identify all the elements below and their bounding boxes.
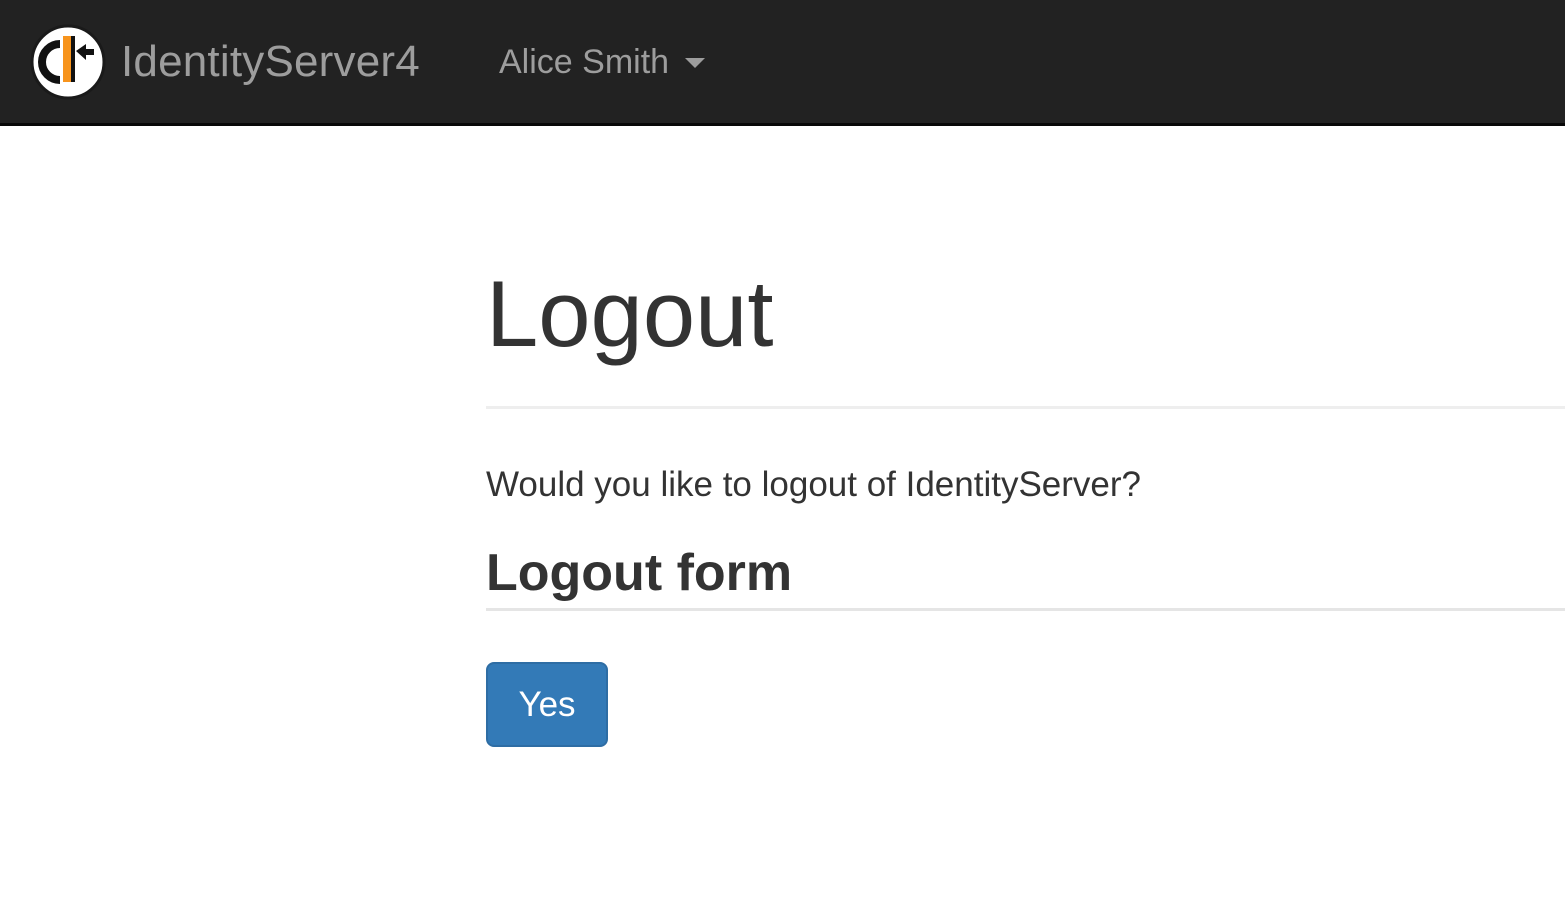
form-legend: Logout form bbox=[486, 544, 793, 602]
caret-down-icon bbox=[685, 58, 706, 68]
yes-button[interactable]: Yes bbox=[486, 662, 608, 747]
page-title: Logout bbox=[486, 261, 774, 366]
user-name: Alice Smith bbox=[499, 43, 670, 81]
brand-name: IdentityServer4 bbox=[121, 37, 420, 86]
legend-divider bbox=[486, 608, 1565, 611]
user-menu-dropdown[interactable]: Alice Smith bbox=[499, 38, 706, 86]
logout-question: Would you like to logout of IdentityServ… bbox=[486, 465, 1142, 504]
brand-link[interactable]: IdentityServer4 bbox=[30, 22, 420, 102]
top-navbar: IdentityServer4 Alice Smith bbox=[0, 0, 1565, 126]
identityserver-logo-icon bbox=[30, 24, 106, 100]
title-divider bbox=[486, 406, 1565, 409]
